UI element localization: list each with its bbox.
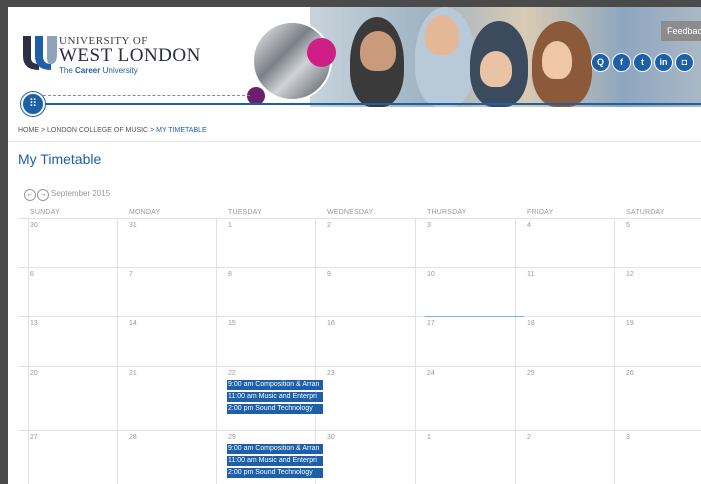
header-divider <box>38 103 701 105</box>
tagline-prefix: The <box>59 66 76 75</box>
breadcrumb: HOME > LONDON COLLEGE OF MUSIC > MY TIME… <box>18 127 207 134</box>
day-cell-number[interactable]: 21 <box>129 370 137 377</box>
timetable-event[interactable]: 9:00 am Composition & Arran <box>227 444 323 454</box>
facebook-icon[interactable]: f <box>612 53 631 72</box>
site-header: UNIVERSITY OF WEST LONDON The Career Uni… <box>8 7 701 116</box>
linkedin-icon[interactable]: in <box>654 53 673 72</box>
feedback-tab[interactable]: Feedbac <box>661 21 701 41</box>
grid-menu-button[interactable]: ⠿ <box>21 92 45 116</box>
weekday-header: SUNDAY <box>30 209 60 216</box>
day-cell-number[interactable]: 20 <box>30 370 38 377</box>
day-cell-number[interactable]: 14 <box>129 320 137 327</box>
tagline-suffix: University <box>100 66 138 75</box>
grid-col-line <box>614 218 615 484</box>
timetable-event[interactable]: 2:00 pm Sound Technology <box>227 404 323 414</box>
timetable-event[interactable]: 2:00 pm Sound Technology <box>227 468 323 478</box>
banner-person-3-face <box>480 51 512 87</box>
grid-col-line <box>415 218 416 484</box>
grid-col-line <box>515 218 516 484</box>
day-cell-number[interactable]: 27 <box>30 434 38 441</box>
day-cell-number[interactable]: 10 <box>427 271 435 278</box>
day-cell-number[interactable]: 12 <box>626 271 634 278</box>
day-cell-number[interactable]: 18 <box>527 320 535 327</box>
day-cell-number[interactable]: 17 <box>427 320 435 327</box>
tagline-bold: Career <box>75 66 101 75</box>
breadcrumb-divider <box>8 141 701 142</box>
weekday-header: FRIDAY <box>527 209 554 216</box>
day-cell-number[interactable]: 22 <box>228 370 236 377</box>
twitter-icon[interactable]: t <box>633 53 652 72</box>
day-cell-number[interactable]: 31 <box>129 222 137 229</box>
prev-month-button[interactable]: ← <box>24 189 36 201</box>
day-cell-number[interactable]: 1 <box>427 434 431 441</box>
banner-person-1-face <box>360 31 396 71</box>
decor-magenta-dot <box>307 38 336 67</box>
brand-line2[interactable]: WEST LONDON <box>59 45 201 67</box>
weekday-header: THURSDAY <box>427 209 467 216</box>
timetable-event[interactable]: 11:00 am Music and Enterpri <box>227 456 323 466</box>
day-cell-number[interactable]: 24 <box>427 370 435 377</box>
day-cell-number[interactable]: 26 <box>626 370 634 377</box>
day-cell-number[interactable]: 4 <box>527 222 531 229</box>
day-cell-number[interactable]: 28 <box>129 434 137 441</box>
day-cell-number[interactable]: 2 <box>527 434 531 441</box>
day-cell-number[interactable]: 11 <box>527 271 534 278</box>
breadcrumb-college[interactable]: LONDON COLLEGE OF MUSIC <box>47 127 148 134</box>
breadcrumb-home[interactable]: HOME <box>18 127 39 134</box>
day-cell-number[interactable]: 2 <box>327 222 331 229</box>
instagram-icon[interactable]: ◘ <box>675 53 694 72</box>
grid-row-line <box>18 316 701 317</box>
day-cell-number[interactable]: 13 <box>30 320 38 327</box>
grid-col-line <box>216 218 217 484</box>
page-title: My Timetable <box>18 151 102 167</box>
day-cell-number[interactable]: 1 <box>228 222 232 229</box>
university-logo-icon[interactable] <box>21 34 59 70</box>
day-cell-number[interactable]: 30 <box>30 222 38 229</box>
timetable-event[interactable]: 9:00 am Composition & Arran <box>227 380 323 390</box>
grid-icon: ⠿ <box>28 97 38 110</box>
page-frame: UNIVERSITY OF WEST LONDON The Career Uni… <box>8 7 701 484</box>
day-cell-number[interactable]: 3 <box>626 434 630 441</box>
day-cell-number[interactable]: 6 <box>30 271 34 278</box>
next-month-button[interactable]: → <box>37 189 49 201</box>
month-label: September 2015 <box>51 189 111 198</box>
day-cell-number[interactable]: 7 <box>129 271 133 278</box>
day-cell-number[interactable]: 25 <box>527 370 535 377</box>
search-icon[interactable]: Q <box>591 53 610 72</box>
today-indicator <box>425 316 524 317</box>
grid-col-line <box>117 218 118 484</box>
brand-tagline: The Career University <box>59 66 138 75</box>
grid-row-line <box>18 430 701 431</box>
breadcrumb-current[interactable]: MY TIMETABLE <box>156 127 207 134</box>
day-cell-number[interactable]: 15 <box>228 320 236 327</box>
weekday-header: WEDNESDAY <box>327 209 374 216</box>
grid-row-line <box>18 218 701 219</box>
weekday-header: MONDAY <box>129 209 161 216</box>
banner-person-2-face <box>425 15 459 55</box>
day-cell-number[interactable]: 3 <box>427 222 431 229</box>
decor-dashed-line <box>38 95 250 96</box>
day-cell-number[interactable]: 29 <box>228 434 236 441</box>
day-cell-number[interactable]: 19 <box>626 320 634 327</box>
grid-left-line <box>28 218 29 484</box>
banner-person-4-face <box>542 41 572 79</box>
grid-row-line <box>18 366 701 367</box>
day-cell-number[interactable]: 9 <box>327 271 331 278</box>
weekday-header: TUESDAY <box>228 209 262 216</box>
day-cell-number[interactable]: 23 <box>327 370 335 377</box>
weekday-header: SATURDAY <box>626 209 665 216</box>
day-cell-number[interactable]: 5 <box>626 222 630 229</box>
grid-row-line <box>18 267 701 268</box>
day-cell-number[interactable]: 16 <box>327 320 335 327</box>
day-cell-number[interactable]: 8 <box>228 271 232 278</box>
timetable-event[interactable]: 11:00 am Music and Enterpri <box>227 392 323 402</box>
day-cell-number[interactable]: 30 <box>327 434 335 441</box>
